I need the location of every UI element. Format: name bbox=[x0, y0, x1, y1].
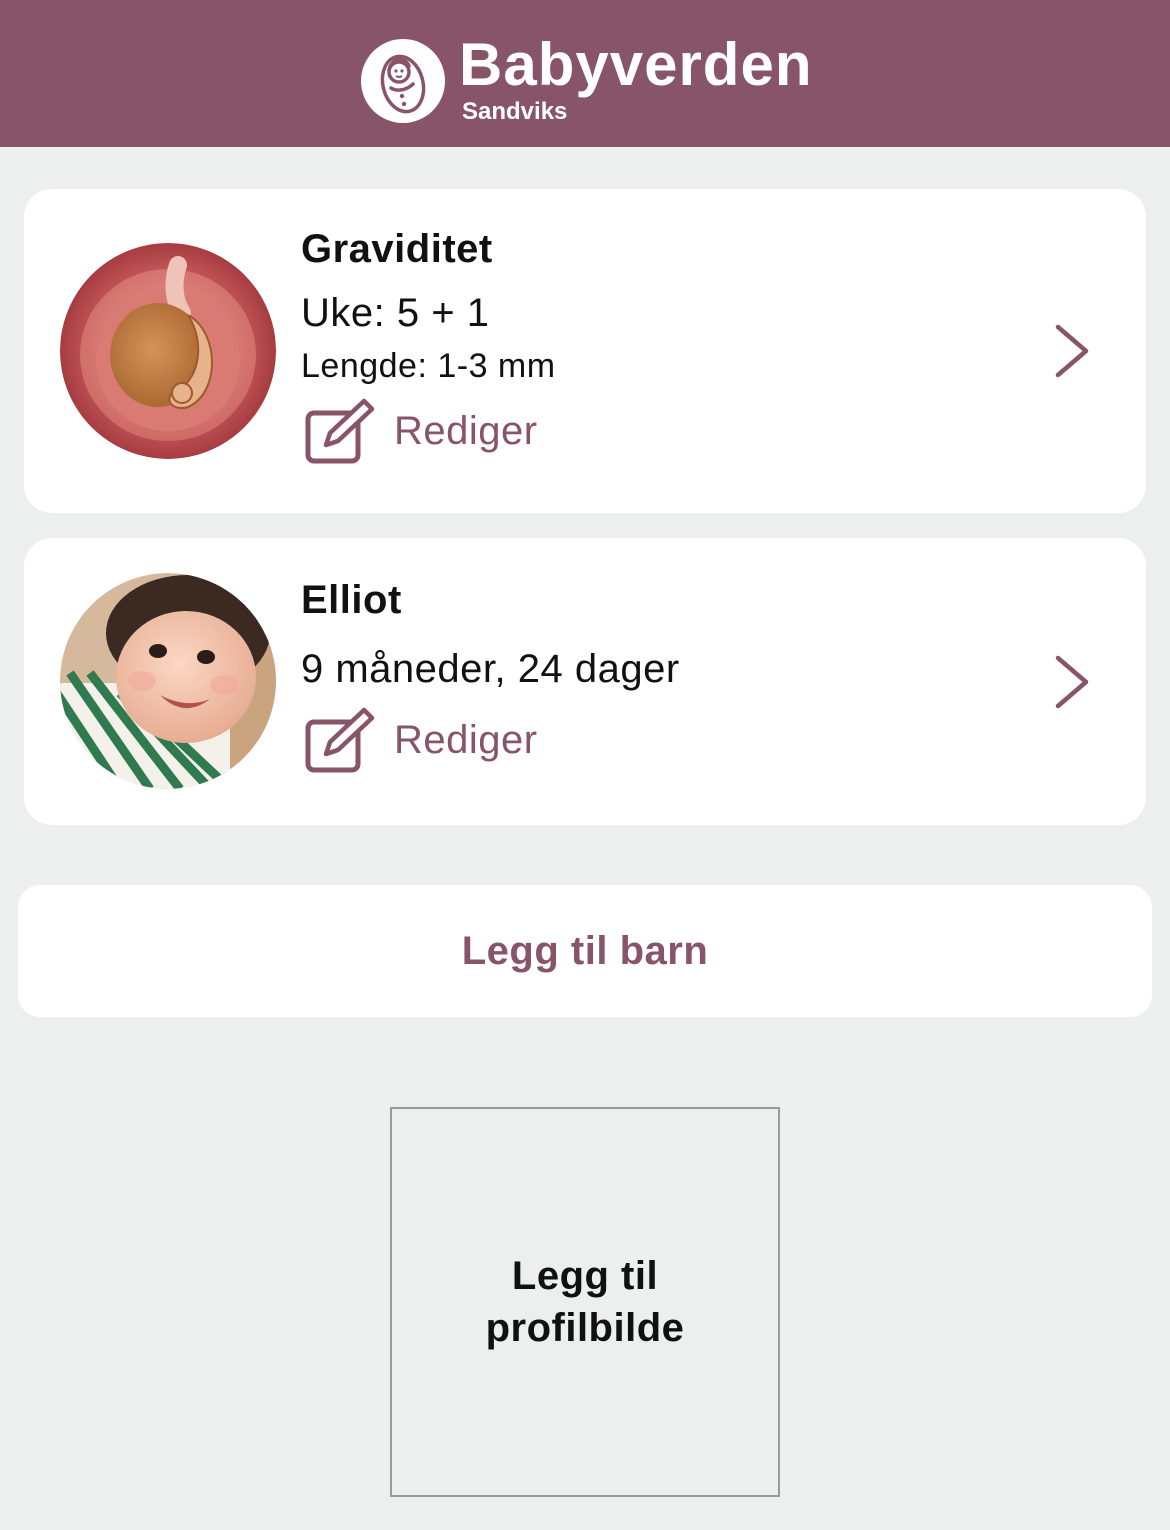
baby-photo-avatar bbox=[60, 573, 276, 789]
child-age: 9 måneder, 24 dager bbox=[301, 647, 680, 691]
child-name: Elliot bbox=[301, 578, 402, 622]
edit-icon bbox=[305, 398, 375, 464]
embryo-length: Lengde: 1-3 mm bbox=[301, 347, 556, 385]
app-header: Babyverden Sandviks bbox=[0, 0, 1170, 147]
add-profile-picture-label: Legg til profilbilde bbox=[485, 1254, 685, 1350]
child-name: Graviditet bbox=[301, 227, 493, 271]
edit-label: Rediger bbox=[394, 718, 538, 762]
chevron-right-icon[interactable] bbox=[1050, 321, 1094, 381]
edit-button[interactable]: Rediger bbox=[304, 397, 538, 465]
add-child-button[interactable]: Legg til barn bbox=[18, 885, 1152, 1017]
edit-button[interactable]: Rediger bbox=[304, 706, 538, 774]
babyverden-logo-icon bbox=[361, 39, 445, 123]
brand-subtitle: Sandviks bbox=[462, 98, 568, 125]
pregnancy-card[interactable]: Graviditet Uke: 5 + 1 Lengde: 1-3 mm Red… bbox=[24, 189, 1146, 513]
edit-icon bbox=[305, 707, 375, 773]
pregnancy-week: Uke: 5 + 1 bbox=[301, 291, 490, 335]
add-profile-picture-button[interactable]: Legg til profilbilde bbox=[390, 1107, 780, 1497]
brand-title: Babyverden bbox=[459, 31, 813, 98]
embryo-avatar bbox=[60, 243, 276, 459]
edit-label: Rediger bbox=[394, 409, 538, 453]
chevron-right-icon[interactable] bbox=[1050, 652, 1094, 712]
child-card[interactable]: Elliot 9 måneder, 24 dager Rediger bbox=[24, 538, 1146, 825]
